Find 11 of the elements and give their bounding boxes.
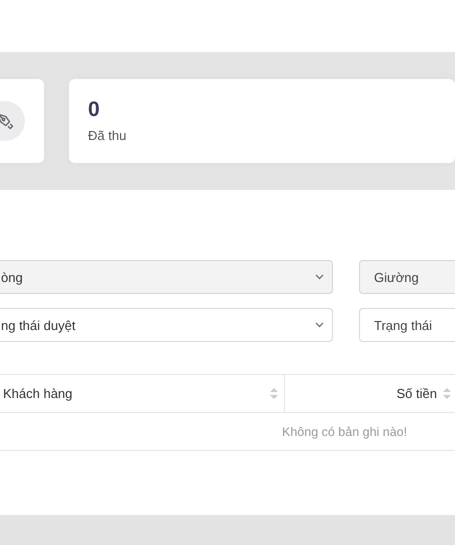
chevron-icon xyxy=(315,322,324,328)
empty-message: Không có bản ghi nào! xyxy=(282,424,408,438)
stat-value: 0 xyxy=(88,98,100,122)
chevron-icon xyxy=(315,274,324,280)
column-header[interactable]: Khách hàng xyxy=(0,375,285,412)
stat-label: Đã thu xyxy=(88,128,126,143)
column-header[interactable]: Số tiền xyxy=(285,375,455,412)
select-field[interactable]: ng thái duyệt xyxy=(0,308,333,342)
input-field[interactable]: Trạng thái xyxy=(359,308,455,342)
sort-icon xyxy=(443,388,451,399)
sort-icon xyxy=(270,388,278,399)
